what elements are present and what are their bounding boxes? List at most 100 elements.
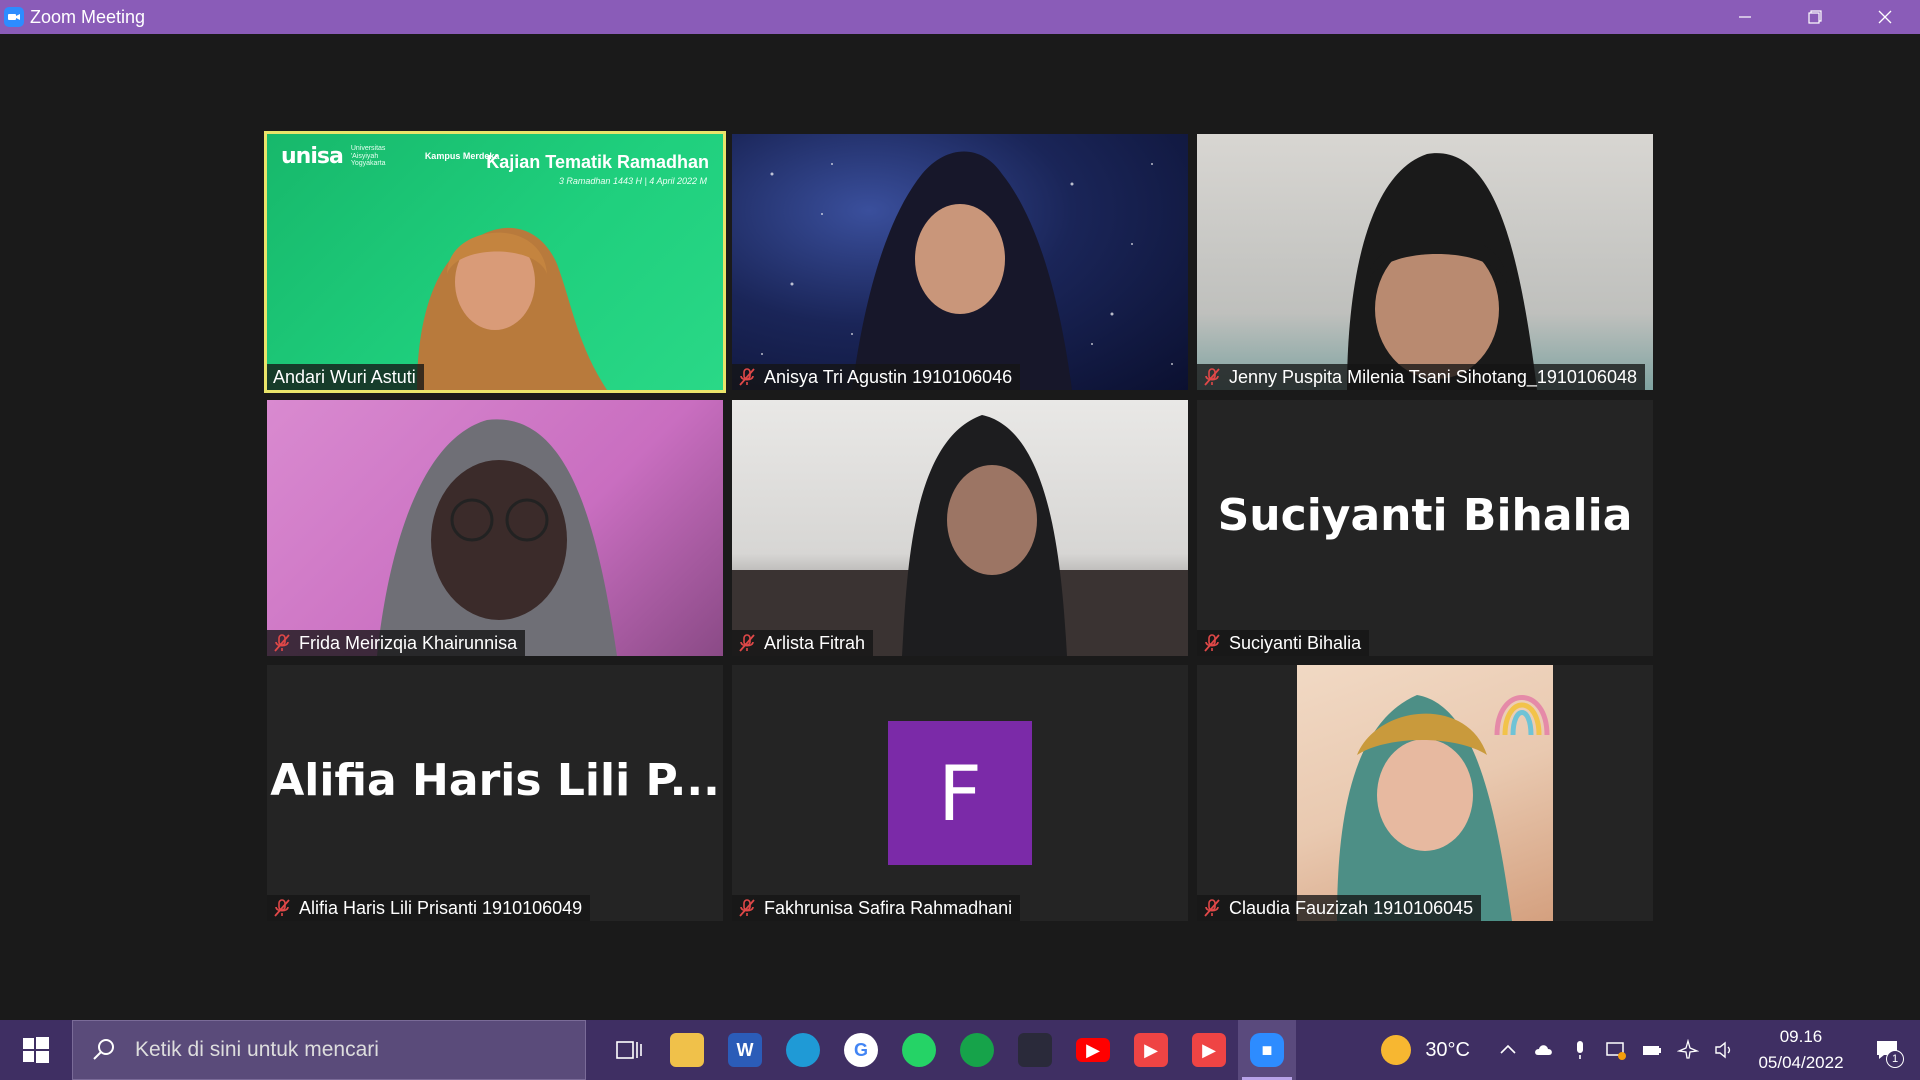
weather-widget[interactable]: 30°C: [1381, 1035, 1470, 1065]
restore-button[interactable]: [1780, 0, 1850, 34]
participant-name: Alifia Haris Lili Prisanti 1910106049: [299, 897, 583, 918]
clock-date: 05/04/2022: [1758, 1053, 1844, 1072]
participant-name-label: Andari Wuri Astuti: [267, 364, 424, 390]
system-tray: 30°C 09.16 05/04/2022 1: [1381, 1020, 1920, 1080]
participant-name: Anisya Tri Agustin 1910106046: [764, 366, 1013, 387]
microphone-icon: [1577, 1041, 1583, 1059]
restore-icon: [1808, 10, 1822, 24]
zoom-icon: ■: [1250, 1033, 1284, 1067]
muted-mic-icon: [274, 634, 290, 652]
taskbar-app-zoom[interactable]: ■: [1238, 1020, 1296, 1080]
participant-name-label: Alifia Haris Lili Prisanti 1910106049: [267, 895, 591, 921]
cloud-icon: [1535, 1045, 1552, 1055]
google-icon: G: [844, 1033, 878, 1067]
participant-tile[interactable]: Alifia Haris Lili P... Alifia Haris Lili…: [267, 665, 723, 921]
start-button[interactable]: [0, 1020, 72, 1080]
close-icon: [1878, 10, 1892, 24]
battery-icon: [1643, 1046, 1661, 1055]
avatar-initial: F: [938, 748, 982, 838]
display-icon: [1606, 1042, 1626, 1060]
edge-icon: [786, 1033, 820, 1067]
participant-video: [1297, 665, 1553, 921]
taskbar-app-red-play-2[interactable]: ▶: [1180, 1020, 1238, 1080]
task-view-icon: [616, 1041, 642, 1059]
participant-name: Fakhrunisa Safira Rahmadhani: [764, 897, 1013, 918]
onedrive-button[interactable]: [1526, 1020, 1562, 1080]
word-icon: W: [728, 1033, 762, 1067]
unisa-logo: unisa: [281, 144, 344, 169]
participant-tile[interactable]: Jenny Puspita Milenia Tsani Sihotang_191…: [1197, 134, 1653, 390]
participant-name-label: Arlista Fitrah: [732, 630, 874, 656]
search-placeholder: Ketik di sini untuk mencari: [135, 1038, 379, 1061]
participant-name-label: Jenny Puspita Milenia Tsani Sihotang_191…: [1197, 364, 1645, 390]
muted-mic-icon: [739, 368, 755, 386]
clock[interactable]: 09.16 05/04/2022: [1748, 1024, 1854, 1076]
participant-video-feed: [1347, 153, 1537, 390]
chevron-up-icon: [1500, 1044, 1516, 1054]
close-button[interactable]: [1850, 0, 1920, 34]
minimize-button[interactable]: [1710, 0, 1780, 34]
taskbar-app-youtube[interactable]: ▶: [1064, 1020, 1122, 1080]
microphone-button[interactable]: [1562, 1020, 1598, 1080]
weather-sun-icon: [1381, 1035, 1412, 1065]
window-title: Zoom Meeting: [30, 6, 146, 27]
search-icon: [93, 1039, 114, 1060]
participant-tile[interactable]: Claudia Fauzizah 1910106045: [1197, 665, 1653, 921]
banner-title: Kajian Tematik Ramadhan: [486, 152, 709, 172]
participant-name-label: Suciyanti Bihalia: [1197, 630, 1370, 656]
green-app-icon: [960, 1033, 994, 1067]
dark-app-icon: [1018, 1033, 1052, 1067]
participant-tile[interactable]: unisa Universitas 'Aisyiyah Yogyakarta K…: [264, 131, 726, 393]
taskbar-app-edge[interactable]: [774, 1020, 832, 1080]
display-button[interactable]: [1598, 1020, 1634, 1080]
notification-count-badge: 1: [1886, 1050, 1904, 1068]
weather-temperature: 30°C: [1425, 1038, 1470, 1061]
participant-name-label: Claudia Fauzizah 1910106045: [1197, 895, 1482, 921]
participant-video: [732, 134, 1188, 390]
banner-date: 3 Ramadhan 1443 H | 4 April 2022 M: [558, 176, 707, 186]
participant-tile[interactable]: Suciyanti Bihalia Suciyanti Bihalia: [1197, 400, 1653, 656]
red-play-icon: ▶: [1134, 1033, 1168, 1067]
muted-mic-icon: [1204, 634, 1220, 652]
taskbar-app-whatsapp[interactable]: [890, 1020, 948, 1080]
participant-video: [1197, 134, 1653, 390]
participant-name: Andari Wuri Astuti: [273, 366, 416, 387]
participant-video: [267, 400, 723, 656]
title-bar: Zoom Meeting: [0, 0, 1920, 34]
muted-mic-icon: [739, 634, 755, 652]
taskbar-app-green[interactable]: [948, 1020, 1006, 1080]
taskbar-app-dark[interactable]: [1006, 1020, 1064, 1080]
participant-tile[interactable]: F Fakhrunisa Safira Rahmadhani: [732, 665, 1188, 921]
participant-video-feed: [761, 151, 1173, 390]
taskbar: Ketik di sini untuk mencari W G ▶ ▶ ▶ ■ …: [0, 1020, 1920, 1080]
participant-name-label: Fakhrunisa Safira Rahmadhani: [732, 895, 1021, 921]
participant-name-label: Anisya Tri Agustin 1910106046: [732, 364, 1021, 390]
muted-mic-icon: [739, 899, 755, 917]
taskbar-search[interactable]: Ketik di sini untuk mencari: [72, 1020, 586, 1080]
red-play-icon: ▶: [1192, 1033, 1226, 1067]
taskbar-app-file-explorer[interactable]: [658, 1020, 716, 1080]
muted-mic-icon: [1204, 368, 1220, 386]
participant-name: Suciyanti Bihalia: [1229, 632, 1362, 653]
notification-center-button[interactable]: 1: [1854, 1020, 1920, 1080]
airplane-mode-button[interactable]: [1670, 1020, 1706, 1080]
battery-button[interactable]: [1634, 1020, 1670, 1080]
taskbar-app-red-play[interactable]: ▶: [1122, 1020, 1180, 1080]
youtube-icon: ▶: [1076, 1038, 1110, 1062]
volume-button[interactable]: [1706, 1020, 1742, 1080]
participant-video-feed: [1337, 695, 1550, 921]
show-hidden-icons-button[interactable]: [1490, 1020, 1526, 1080]
task-view-button[interactable]: [600, 1020, 658, 1080]
participant-display-name: Alifia Haris Lili P...: [270, 754, 720, 806]
participant-tile[interactable]: Frida Meirizqia Khairunnisa: [267, 400, 723, 656]
speaker-icon: [1715, 1041, 1731, 1059]
taskbar-app-chrome[interactable]: G: [832, 1020, 890, 1080]
muted-mic-icon: [1204, 899, 1220, 917]
participant-display-name: Suciyanti Bihalia: [1217, 489, 1633, 541]
participant-video: [732, 400, 1188, 656]
whatsapp-icon: [902, 1033, 936, 1067]
taskbar-app-word[interactable]: W: [716, 1020, 774, 1080]
gallery-view: unisa Universitas 'Aisyiyah Yogyakarta K…: [0, 34, 1920, 1020]
participant-tile[interactable]: Anisya Tri Agustin 1910106046: [732, 134, 1188, 390]
participant-tile[interactable]: Arlista Fitrah: [732, 400, 1188, 656]
